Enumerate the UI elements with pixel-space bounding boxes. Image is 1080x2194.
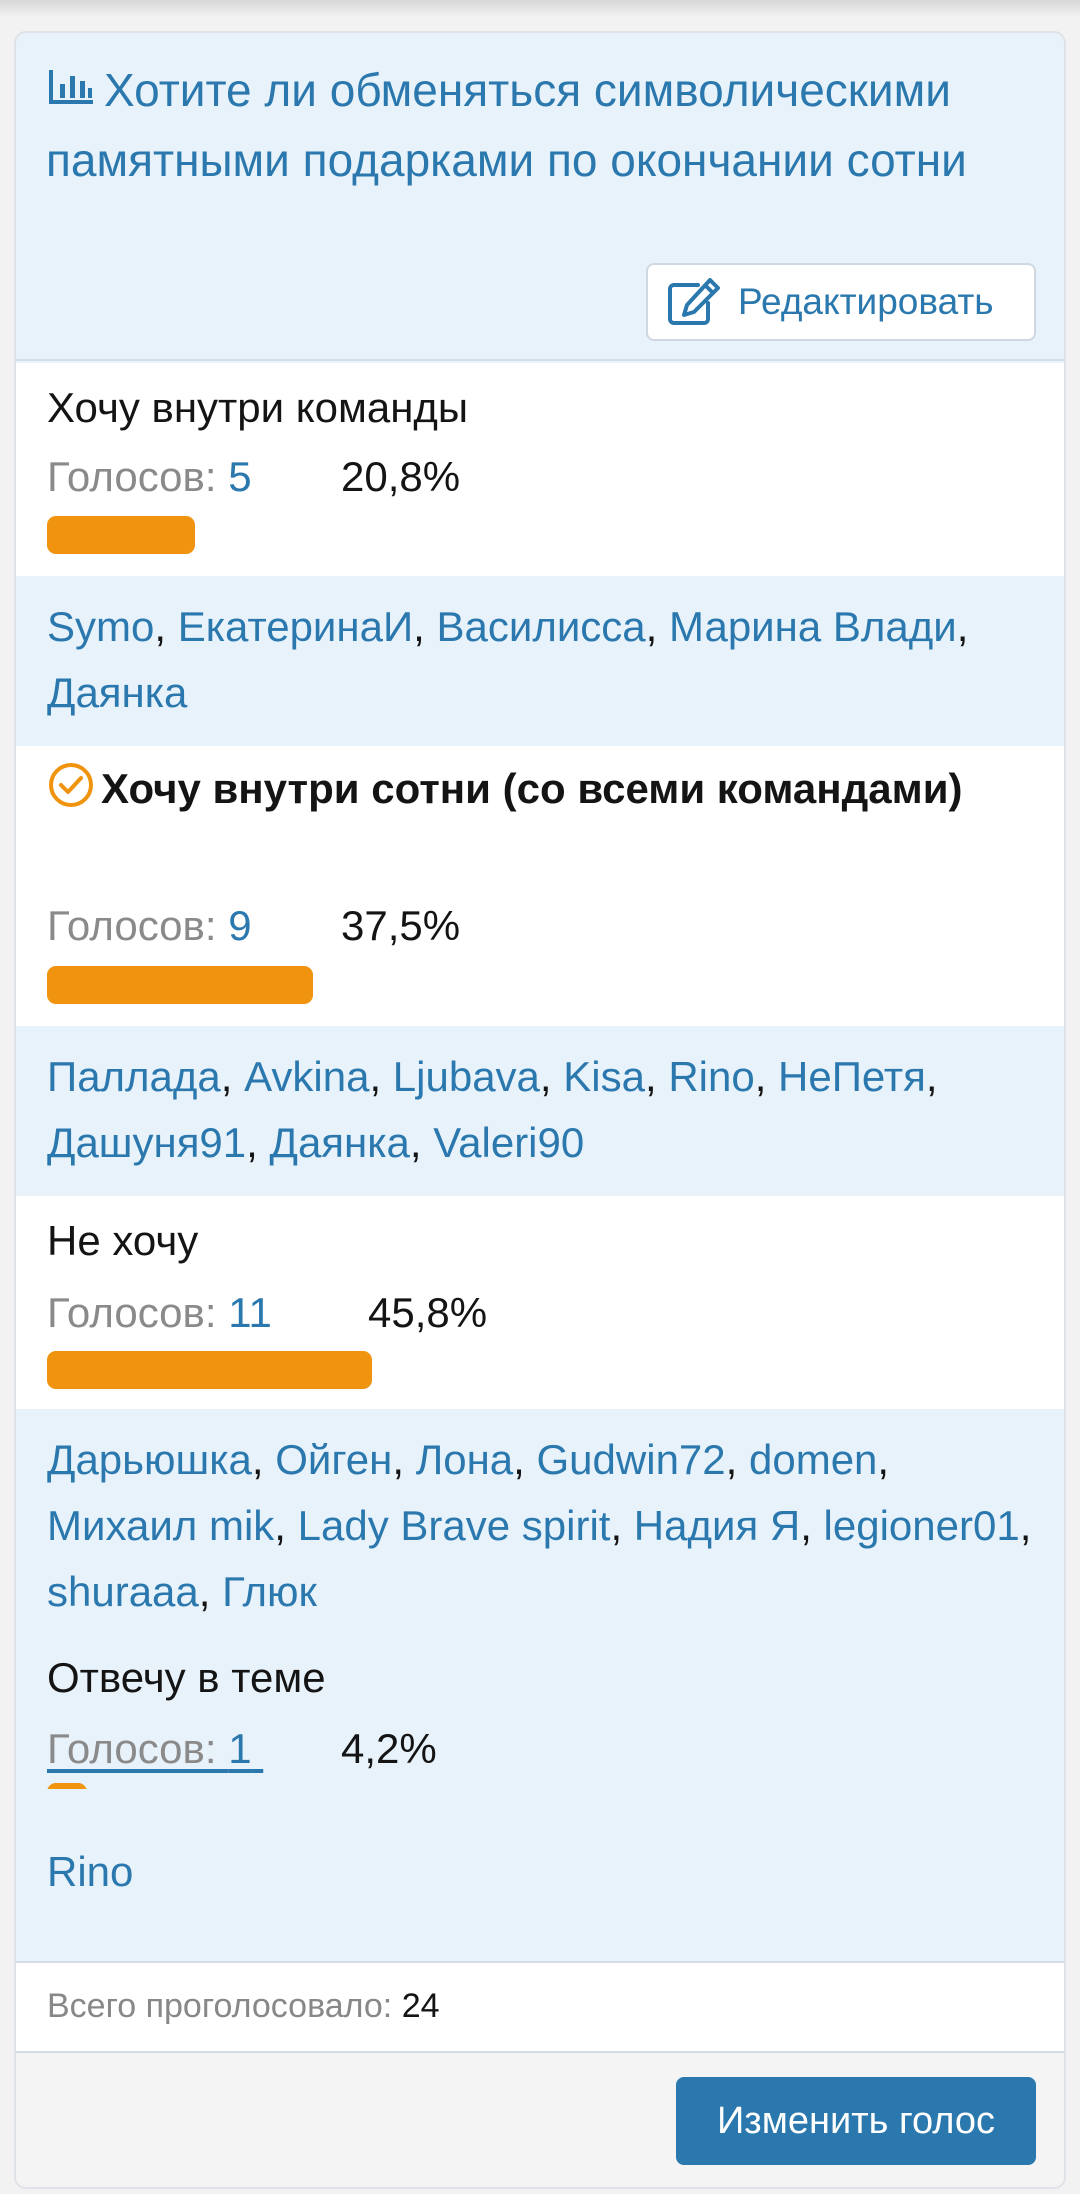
option-percent: 20,8% [341, 453, 461, 500]
total-label: Всего проголосовало: [47, 1987, 393, 2025]
bar-chart-icon [46, 57, 96, 104]
voter-link[interactable]: Даянка [270, 1119, 410, 1166]
voters-list: Rino [16, 1789, 1064, 1961]
option-votes[interactable]: Голосов: 9 [47, 900, 252, 952]
edit-icon [668, 278, 720, 325]
edit-button[interactable]: Редактировать [646, 263, 1036, 341]
voter-link[interactable]: Rino [47, 1848, 133, 1895]
voter-link[interactable]: Паллада [47, 1053, 221, 1100]
option-bar [47, 966, 313, 1004]
check-circle-icon [47, 761, 95, 809]
option-percent: 45,8% [368, 1289, 488, 1336]
poll-option: Хочу внутри сотни (со всеми командами) Г… [16, 746, 1064, 1026]
voter-link[interactable]: Дашуня91 [47, 1119, 246, 1166]
total-votes: Всего проголосовало: 24 [47, 1987, 440, 2026]
voter-link[interactable]: domen [749, 1436, 877, 1483]
voter-link[interactable]: Valeri90 [433, 1119, 584, 1166]
option-votes[interactable]: Голосов: 1 [47, 1723, 263, 1775]
option-votes[interactable]: Голосов: 5 [47, 451, 252, 503]
voter-link[interactable]: НеПетя [778, 1053, 926, 1100]
edit-button-label: Редактировать [738, 281, 994, 322]
voters-list: Паллада, Avkina, Ljubava, Kisa, Rino, Не… [16, 1026, 1064, 1196]
poll-footer: Изменить голос [16, 2053, 1064, 2187]
votes-label: Голосов: [47, 902, 217, 949]
voter-link[interactable]: Avkina [244, 1053, 369, 1100]
voter-link[interactable]: Дарьюшка [47, 1436, 252, 1483]
voters-names: Дарьюшка, Ойген, Лона, Gudwin72, domen, … [47, 1436, 1032, 1615]
voters-names: Symo, ЕкатеринаИ, Василисса, Марина Влад… [47, 603, 969, 716]
voter-link[interactable]: Василисса [436, 603, 645, 650]
poll-title: Хотите ли обменяться символическими памя… [46, 55, 1026, 195]
voter-link[interactable]: legioner01 [824, 1502, 1020, 1549]
option-label: Не хочу [47, 1217, 199, 1264]
voter-link[interactable]: shuraaa [47, 1568, 199, 1615]
voter-link[interactable]: Лона [416, 1436, 513, 1483]
votes-count: 5 [228, 453, 252, 500]
total-value: 24 [401, 1987, 440, 2025]
top-shadow [0, 0, 1080, 18]
change-vote-button[interactable]: Изменить голос [676, 2077, 1036, 2165]
poll-title-text: Хотите ли обменяться символическими памя… [46, 64, 967, 186]
voters-names: Паллада, Avkina, Ljubava, Kisa, Rino, Не… [47, 1053, 938, 1166]
option-percent: 4,2% [341, 1725, 437, 1772]
option-label: Отвечу в теме [47, 1654, 326, 1701]
voter-link[interactable]: Ойген [275, 1436, 392, 1483]
votes-label: Голосов: [47, 1725, 217, 1772]
option-percent: 37,5% [341, 902, 461, 949]
voter-link[interactable]: Gudwin72 [537, 1436, 726, 1483]
option-label: Хочу внутри сотни (со всеми командами) [47, 756, 1027, 822]
voter-link[interactable]: Надия Я [634, 1502, 800, 1549]
voter-link[interactable]: Ljubava [393, 1053, 540, 1100]
option-bar [47, 516, 195, 554]
voter-link[interactable]: ЕкатеринаИ [178, 603, 413, 650]
poll-option: Хочу внутри команды Голосов: 5 20,8% [16, 363, 1064, 576]
voter-link[interactable]: Kisa [563, 1053, 645, 1100]
option-bar [47, 1351, 372, 1389]
poll-total: Всего проголосовало: 24 [16, 1961, 1064, 2053]
voter-link[interactable]: Даянка [47, 669, 187, 716]
voter-link[interactable]: Марина Влади [669, 603, 957, 650]
voter-link[interactable]: Михаил mik [47, 1502, 274, 1549]
votes-count: 1 [228, 1725, 252, 1772]
voter-link[interactable]: Глюк [222, 1568, 317, 1615]
voter-link[interactable]: Rino [668, 1053, 754, 1100]
option-label-text: Хочу внутри сотни (со всеми командами) [101, 765, 963, 812]
voter-link[interactable]: Lady Brave spirit [298, 1502, 611, 1549]
voter-link[interactable]: Symo [47, 603, 154, 650]
poll-block: Хотите ли обменяться символическими памя… [14, 31, 1066, 2189]
votes-count: 9 [228, 902, 252, 949]
votes-count: 11 [228, 1289, 272, 1336]
voters-list: Symo, ЕкатеринаИ, Василисса, Марина Влад… [16, 576, 1064, 746]
votes-label: Голосов: [47, 453, 217, 500]
votes-label: Голосов: [47, 1289, 217, 1336]
poll-option: Отвечу в теме Голосов: 1 4,2% [16, 1639, 1064, 1821]
option-votes[interactable]: Голосов: 11 [47, 1287, 272, 1339]
poll-option: Не хочу Голосов: 11 45,8% [16, 1196, 1064, 1409]
voters-list: Дарьюшка, Ойген, Лона, Gudwin72, domen, … [16, 1409, 1064, 1639]
poll-header: Хотите ли обменяться символическими памя… [16, 33, 1064, 361]
option-label: Хочу внутри команды [47, 384, 469, 431]
voters-names: Rino [47, 1839, 1047, 1905]
